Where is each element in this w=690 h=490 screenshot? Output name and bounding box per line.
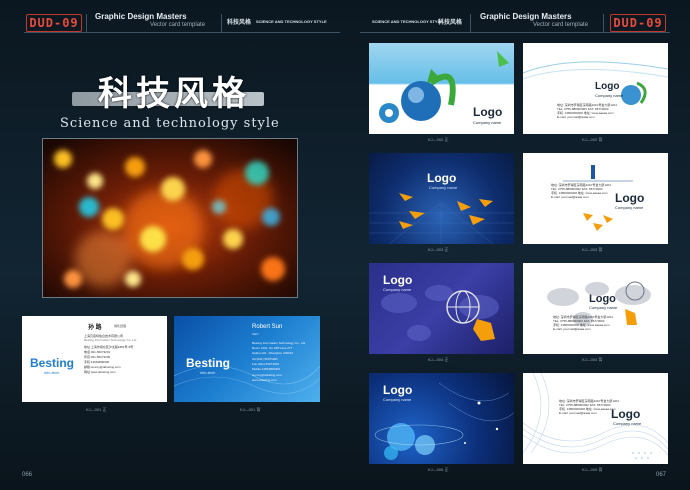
header-divider <box>86 14 87 32</box>
card-003-back: Logo Company name 地址: 深圳市罗湖区深南路1010号金大厦1… <box>523 153 668 244</box>
card-address-2: Haiduo Rd., Shanghai, 200010 <box>252 351 294 355</box>
card-company-en: Besting Information Technology Co.,Ltd <box>84 338 137 342</box>
card-tel: Tel:(021) 56073201 <box>252 357 278 361</box>
card-email: E-mail: yourmail@aaaa.com <box>557 115 595 119</box>
right-header-subtitle: Vector card template <box>533 22 589 28</box>
card-web: 网址:www.ddssting.com <box>84 370 116 374</box>
page-number-left: 066 <box>22 472 33 478</box>
card-person-name: 孙 路 <box>88 325 102 331</box>
card-fax: 传真:021-56073200 <box>84 355 111 359</box>
page-number-right: 067 <box>656 472 667 478</box>
card-caption: KJ—004 背 <box>582 357 603 362</box>
besting-logo: Besting <box>186 356 231 370</box>
right-header-badge: DUD-09 <box>610 14 666 32</box>
besting-logo-sub: info-tech <box>200 370 216 375</box>
card-caption: KJ—002 背 <box>582 137 603 142</box>
card-caption: KJ—005 正 <box>428 467 449 472</box>
card-company-name: Company name <box>383 397 412 402</box>
card-001-front: 孙 路 销售经理 上海贝思特信息技术有限公司 Besting Informati… <box>22 316 167 402</box>
header-divider <box>221 14 222 32</box>
bokeh-photo <box>42 138 298 298</box>
card-web: www.ddssting.com <box>252 378 277 382</box>
card-company-name: Company name <box>429 185 458 190</box>
card-001-back: Besting info-tech Robert Sun CEO Besting… <box>174 316 320 402</box>
card-email: E-mail: yourmail@aaaa.com <box>553 327 591 331</box>
besting-logo: Besting <box>30 356 75 370</box>
wave-lines-art <box>523 373 668 459</box>
catalog-spread: DUD-09 Graphic Design Masters Vector car… <box>0 0 690 490</box>
card-002-back: Logo Company name 地址: 深圳市罗湖区深南路1010号金大厦1… <box>523 43 668 134</box>
card-logo: Logo <box>595 81 620 92</box>
left-header-subtitle: Vector card template <box>150 22 206 28</box>
card-caption: KJ—003 正 <box>428 247 449 252</box>
card-company: Besting Information Technology Co., Ltd <box>252 341 306 345</box>
right-header-cn-en: SCIENCE AND TECHNOLOGY STYLE <box>372 19 443 24</box>
card-004-front: Logo Company name <box>369 263 514 354</box>
header-divider <box>603 14 604 32</box>
card-logo: Logo <box>473 105 503 119</box>
card-logo: Logo <box>589 293 616 305</box>
card-caption: KJ—002 正 <box>428 137 449 142</box>
card-company-name: Company name <box>473 120 502 125</box>
card-caption: KJ—001 正 <box>86 407 107 412</box>
card-005-back: Logo Company name 地址: 深圳市罗湖区深南路1010号金大厦1… <box>523 373 668 464</box>
card-tel: 电话:021-56073201 <box>84 350 111 354</box>
card-fax: Fax:(021) 56073200 <box>252 362 280 366</box>
left-header-title: Graphic Design Masters <box>95 12 187 21</box>
card-logo: Logo <box>615 191 645 205</box>
card-002-front: Logo Company name <box>369 43 514 134</box>
right-header-cn: 科技风格 <box>438 20 463 26</box>
card-company-name: Company name <box>589 305 618 310</box>
header-divider <box>470 14 471 32</box>
card-caption: KJ—003 背 <box>582 247 603 252</box>
card-email: E-mail: yourmail@aaaa.com <box>551 195 589 199</box>
card-mobile: 手机:13564800000 <box>84 360 110 364</box>
card-address: Room 1201, No.188 Lane 277 <box>252 346 293 350</box>
card-person-title: 销售经理 <box>114 324 127 328</box>
left-header-rule <box>24 32 340 33</box>
bokeh-image <box>43 139 297 297</box>
card-email: 邮箱:sunroy@ddssting.com <box>84 365 121 369</box>
right-header-rule <box>360 32 670 33</box>
card-logo: Logo <box>383 273 413 287</box>
card-address: 地址:上海市闸北区沪太路1881号-3号 <box>84 345 134 349</box>
card-mobile: Mobile:13564800000 <box>252 367 281 371</box>
card-caption: KJ—001 背 <box>240 407 261 412</box>
hero-title-en: Science and technology style <box>60 116 280 131</box>
left-header-cn-en: SCIENCE AND TECHNOLOGY STYLE <box>256 19 327 24</box>
arrows-art <box>563 165 633 231</box>
card-company-name: Company name <box>615 205 644 210</box>
card-caption: KJ—005 背 <box>582 467 603 472</box>
besting-logo-sub: info-tech <box>44 370 60 375</box>
card-company-name: Company name <box>613 421 642 426</box>
card-004-back: Logo Company name 地址: 深圳市罗湖区深南路1010号金大厦1… <box>523 263 668 354</box>
card-logo: Logo <box>383 383 413 397</box>
card-email: E-mail: yourmail@aaaa.com <box>559 411 597 415</box>
left-header-cn: 科技风格 <box>227 20 252 26</box>
card-005-front: Logo Company name <box>369 373 514 464</box>
card-email: sunroy@ddssting.com <box>252 373 282 377</box>
right-header-title: Graphic Design Masters <box>480 12 572 21</box>
card-person-name: Robert Sun <box>252 324 283 330</box>
card-logo: Logo <box>427 171 457 185</box>
card-003-front: Logo Company name <box>369 153 514 244</box>
card-company-name: Company name <box>595 93 624 98</box>
card-person-title: CEO <box>252 332 259 336</box>
left-header-badge: DUD-09 <box>26 14 82 32</box>
arrows-art <box>369 193 514 244</box>
card-company-name: Company name <box>383 287 412 292</box>
card-caption: KJ—004 正 <box>428 357 449 362</box>
hero-title-cn: 科技风格 <box>98 74 250 114</box>
